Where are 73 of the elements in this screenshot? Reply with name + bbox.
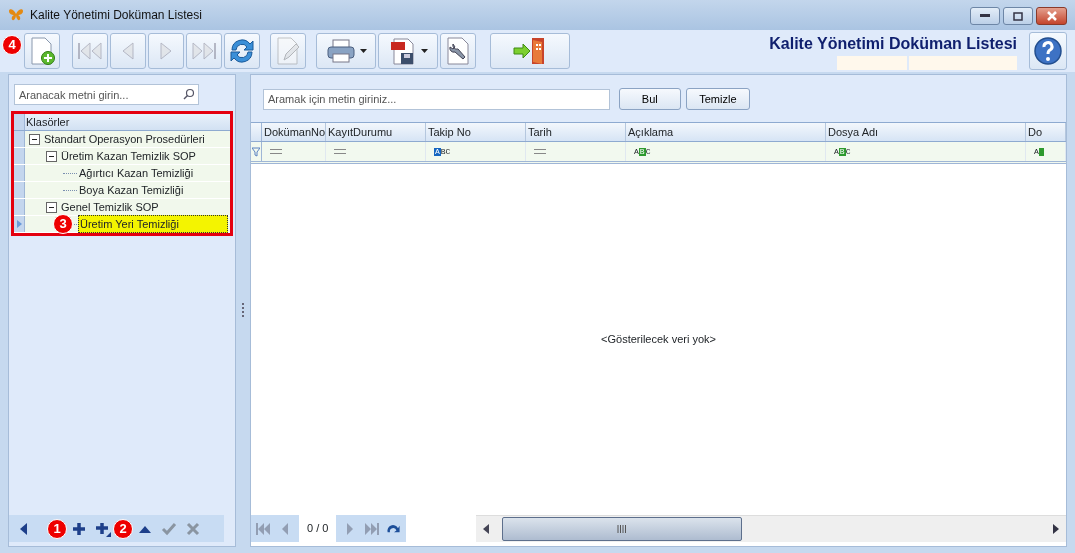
minimize-icon	[980, 14, 990, 18]
checkmark-icon	[161, 520, 177, 537]
plus-child-button[interactable]	[95, 520, 111, 537]
last-arrow-icon	[190, 40, 218, 62]
tree-item[interactable]: Üretim Kazan Temizlik SOP	[60, 147, 197, 165]
empty-message: <Gösterilecek veri yok>	[601, 332, 716, 348]
collapse-toggle-icon[interactable]	[29, 133, 40, 145]
column-header[interactable]: Dosya Adı	[826, 123, 1026, 141]
page-position: 0 / 0	[299, 515, 337, 542]
filter-icon	[252, 146, 260, 157]
maximize-button[interactable]	[1003, 7, 1033, 25]
equals-icon	[534, 149, 546, 154]
search-field[interactable]: Aramak için metin giriniz...	[263, 88, 610, 110]
minimize-button[interactable]	[970, 7, 1000, 25]
help-icon	[1033, 36, 1063, 66]
refresh-icon	[227, 36, 257, 66]
print-button[interactable]	[316, 33, 376, 69]
column-header[interactable]: Açıklama	[626, 123, 826, 141]
collapse-toggle-icon[interactable]	[46, 201, 57, 213]
tree-item[interactable]: Boya Kazan Temizliği	[78, 181, 185, 199]
search-icon	[183, 88, 196, 100]
plus-icon	[71, 520, 87, 537]
first-arrow-icon	[76, 40, 104, 62]
close-button[interactable]	[1036, 7, 1067, 25]
wrench-document-icon	[445, 36, 471, 66]
tree-item[interactable]: Genel Temizlik SOP	[60, 198, 160, 216]
search-field[interactable]: Aranacak metni girin...	[14, 84, 200, 105]
current-row-icon	[16, 220, 22, 228]
clear-button[interactable]: Temizle	[686, 88, 750, 110]
printer-icon	[325, 38, 356, 64]
collapse-toggle-icon[interactable]	[46, 150, 57, 162]
tree-item[interactable]: Standart Operasyon Prosedürleri	[43, 130, 206, 148]
maximize-icon	[1013, 11, 1023, 21]
equals-icon	[334, 149, 346, 154]
settings-button[interactable]	[440, 33, 476, 69]
close-icon	[1045, 11, 1058, 21]
equals-icon	[270, 149, 282, 154]
last-page-icon	[364, 520, 381, 537]
refresh-button[interactable]	[224, 33, 260, 69]
new-document-icon	[28, 36, 56, 66]
column-header[interactable]: Tarih	[526, 123, 626, 141]
plus-child-icon	[95, 520, 111, 537]
annotation-marker: 3	[53, 214, 73, 234]
page-heading: Kalite Yönetimi Doküman Listesi	[769, 34, 1017, 54]
grip-icon	[617, 525, 628, 533]
row-selector	[14, 114, 25, 130]
column-header[interactable]: KayıtDurumu	[326, 123, 426, 141]
first-page-icon	[255, 520, 271, 537]
column-header[interactable]: Klasörler	[25, 113, 71, 131]
column-header[interactable]: Takip No	[426, 123, 526, 141]
info-field	[837, 56, 907, 70]
pdf-button[interactable]	[378, 33, 438, 69]
find-button[interactable]: Bul	[618, 88, 681, 110]
annotation-marker: 4	[2, 35, 22, 55]
help-button[interactable]	[1029, 32, 1067, 70]
column-header[interactable]: DokümanNo	[262, 123, 326, 141]
plus-button[interactable]	[71, 520, 87, 537]
cancel-icon	[185, 520, 201, 537]
scroll-thumb[interactable]	[502, 517, 743, 541]
new-button[interactable]	[24, 33, 60, 69]
exit-button[interactable]	[490, 33, 570, 69]
horizontal-scrollbar[interactable]	[476, 515, 1066, 542]
scroll-left-icon[interactable]	[482, 523, 491, 535]
column-header[interactable]: Do	[1026, 123, 1066, 141]
butterfly-icon	[8, 8, 24, 22]
scroll-right-icon[interactable]	[1052, 523, 1060, 535]
edit-document-icon	[275, 36, 301, 66]
splitter-grip-icon[interactable]	[241, 302, 245, 319]
pdf-save-icon	[388, 36, 417, 66]
window-title: Kalite Yönetimi Doküman Listesi	[30, 7, 202, 24]
annotation-marker: 1	[47, 518, 67, 539]
tree-item[interactable]: Ağırtıcı Kazan Temizliği	[78, 164, 195, 182]
annotation-marker: 2	[113, 518, 133, 539]
